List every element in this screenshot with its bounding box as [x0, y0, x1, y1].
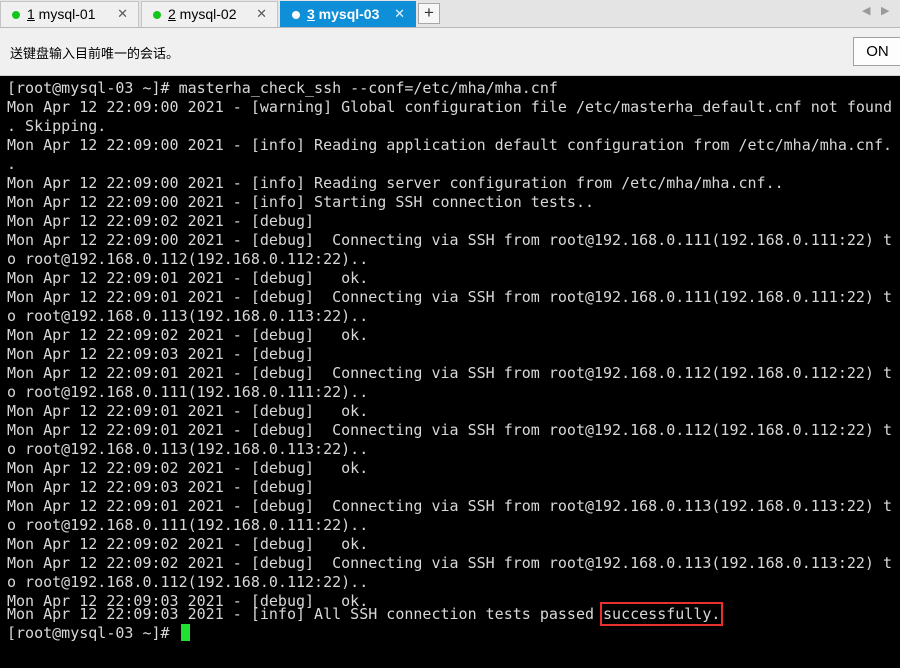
new-tab-button[interactable]: + — [418, 3, 440, 24]
terminal-line: Mon Apr 12 22:09:02 2021 - [debug] ok. — [7, 459, 369, 477]
broadcast-input-bar: 送键盘输入目前唯一的会话。 ON — [0, 28, 900, 76]
terminal-line: Mon Apr 12 22:09:02 2021 - [debug] — [7, 212, 315, 230]
terminal-line: . — [7, 155, 17, 173]
broadcast-toggle-button[interactable]: ON — [853, 37, 900, 66]
terminal-cursor — [180, 624, 190, 641]
close-icon[interactable]: ✕ — [394, 2, 405, 26]
tab-label: 2 mysql-02 — [168, 6, 237, 22]
success-highlight: successfully. — [600, 602, 724, 626]
terminal-line: Mon Apr 12 22:09:01 2021 - [debug] ok. — [7, 269, 369, 287]
terminal-app-window: 1 mysql-01 ✕ 2 mysql-02 ✕ 3 mysql-03 ✕ +… — [0, 0, 900, 668]
chevron-right-icon[interactable]: ▶ — [881, 4, 889, 17]
terminal-line: Mon Apr 12 22:09:03 2021 - [debug] — [7, 345, 315, 363]
terminal-line: o root@192.168.0.111(192.168.0.111:22).. — [7, 516, 369, 534]
terminal-line: Mon Apr 12 22:09:00 2021 - [info] Readin… — [7, 136, 893, 154]
terminal-line: Mon Apr 12 22:09:00 2021 - [info] Readin… — [7, 174, 784, 192]
terminal-prompt-line[interactable]: [root@mysql-03 ~]# — [7, 624, 190, 643]
terminal-line: Mon Apr 12 22:09:01 2021 - [debug] Conne… — [7, 288, 893, 306]
tab-label: 3 mysql-03 — [307, 6, 380, 22]
tab-mysql-03[interactable]: 3 mysql-03 ✕ — [280, 1, 416, 27]
final-line-text: Mon Apr 12 22:09:03 2021 - [info] All SS… — [7, 605, 604, 623]
terminal-line: Mon Apr 12 22:09:01 2021 - [debug] Conne… — [7, 364, 893, 382]
session-status-icon — [153, 11, 161, 19]
terminal-line: Mon Apr 12 22:09:02 2021 - [debug] ok. — [7, 535, 369, 553]
terminal-line: [root@mysql-03 ~]# masterha_check_ssh --… — [7, 79, 558, 97]
session-tab-bar: 1 mysql-01 ✕ 2 mysql-02 ✕ 3 mysql-03 ✕ +… — [0, 0, 900, 28]
terminal-line: . Skipping. — [7, 117, 107, 135]
terminal-line: o root@192.168.0.112(192.168.0.112:22).. — [7, 573, 369, 591]
terminal-line: o root@192.168.0.113(192.168.0.113:22).. — [7, 440, 369, 458]
session-status-icon — [12, 11, 20, 19]
terminal-line: o root@192.168.0.113(192.168.0.113:22).. — [7, 307, 369, 325]
tab-label: 1 mysql-01 — [27, 6, 96, 22]
terminal-line: Mon Apr 12 22:09:03 2021 - [debug] — [7, 478, 315, 496]
terminal-line: Mon Apr 12 22:09:00 2021 - [info] Starti… — [7, 193, 594, 211]
close-icon[interactable]: ✕ — [256, 2, 267, 26]
tab-mysql-01[interactable]: 1 mysql-01 ✕ — [0, 1, 139, 27]
terminal-line: Mon Apr 12 22:09:00 2021 - [debug] Conne… — [7, 231, 893, 249]
terminal-line: o root@192.168.0.111(192.168.0.111:22).. — [7, 383, 369, 401]
terminal-line: Mon Apr 12 22:09:01 2021 - [debug] Conne… — [7, 421, 893, 439]
terminal-line: o root@192.168.0.112(192.168.0.112:22).. — [7, 250, 369, 268]
terminal-line: Mon Apr 12 22:09:02 2021 - [debug] ok. — [7, 326, 369, 344]
chevron-left-icon[interactable]: ◀ — [862, 4, 870, 17]
terminal-line: Mon Apr 12 22:09:00 2021 - [warning] Glo… — [7, 98, 893, 116]
broadcast-message: 送键盘输入目前唯一的会话。 — [10, 47, 180, 62]
session-status-icon — [292, 11, 300, 19]
close-icon[interactable]: ✕ — [117, 2, 128, 26]
terminal-line: Mon Apr 12 22:09:02 2021 - [debug] Conne… — [7, 554, 893, 572]
shell-prompt: [root@mysql-03 ~]# — [7, 624, 179, 642]
terminal-line: Mon Apr 12 22:09:01 2021 - [debug] Conne… — [7, 497, 893, 515]
terminal-output[interactable]: [root@mysql-03 ~]# masterha_check_ssh --… — [0, 76, 900, 668]
tab-mysql-02[interactable]: 2 mysql-02 ✕ — [141, 1, 278, 27]
terminal-line: Mon Apr 12 22:09:01 2021 - [debug] ok. — [7, 402, 369, 420]
terminal-line-final: Mon Apr 12 22:09:03 2021 - [info] All SS… — [7, 602, 724, 626]
